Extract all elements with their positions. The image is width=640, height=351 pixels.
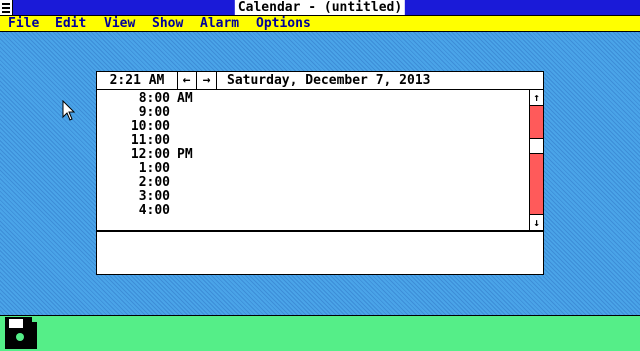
time-slot[interactable]: 9:00	[97, 106, 517, 120]
slot-time: 4:00	[138, 203, 170, 218]
slot-time: 1:00	[138, 161, 170, 176]
slot-time: 10:00	[130, 119, 170, 134]
slot-time: 9:00	[138, 105, 170, 120]
slot-time: 11:00	[130, 133, 170, 148]
previous-day-button[interactable]: ←	[177, 72, 197, 89]
slot-time: 8:00	[138, 91, 170, 106]
slot-ampm: PM	[177, 147, 193, 162]
slot-time: 12:00	[130, 147, 170, 162]
time-slot[interactable]: 2:00	[97, 176, 517, 190]
notes-area[interactable]	[97, 232, 543, 274]
time-slot-list[interactable]: 8:00 AM 9:00 10:00 11:00 12:00 PM 1:00 2…	[97, 90, 543, 232]
menu-view[interactable]: View	[104, 16, 135, 31]
vertical-scrollbar[interactable]: ↑ ↓	[529, 90, 543, 230]
time-slot[interactable]: 3:00	[97, 190, 517, 204]
menu-show[interactable]: Show	[152, 16, 183, 31]
slot-time: 3:00	[138, 189, 170, 204]
calendar-header: 2:21 AM ← → Saturday, December 7, 2013	[97, 72, 543, 90]
menu-edit[interactable]: Edit	[55, 16, 86, 31]
time-slot[interactable]: 8:00 AM	[97, 92, 517, 106]
time-slot[interactable]: 12:00 PM	[97, 148, 517, 162]
scroll-down-arrow-icon[interactable]: ↓	[530, 214, 543, 230]
menu-options[interactable]: Options	[256, 16, 311, 31]
next-day-button[interactable]: →	[197, 72, 217, 89]
system-menu-icon[interactable]	[0, 0, 13, 15]
time-slot[interactable]: 4:00	[97, 204, 517, 218]
scroll-up-arrow-icon[interactable]: ↑	[530, 90, 543, 106]
calendar-panel: 2:21 AM ← → Saturday, December 7, 2013 8…	[96, 71, 544, 275]
slot-time: 2:00	[138, 175, 170, 190]
title-bar[interactable]: Calendar - (untitled)	[0, 0, 640, 16]
mouse-pointer-icon	[62, 100, 76, 121]
scroll-thumb[interactable]	[530, 138, 543, 154]
window-title: Calendar - (untitled)	[234, 0, 406, 15]
icon-area	[0, 315, 640, 351]
menu-file[interactable]: File	[8, 16, 39, 31]
current-time: 2:21 AM	[97, 72, 178, 89]
slot-ampm: AM	[177, 91, 193, 106]
calendar-date: Saturday, December 7, 2013	[227, 73, 431, 88]
floppy-disk-icon[interactable]	[5, 317, 37, 349]
time-slot[interactable]: 11:00	[97, 134, 517, 148]
menu-alarm[interactable]: Alarm	[200, 16, 239, 31]
time-slot[interactable]: 10:00	[97, 120, 517, 134]
time-slot[interactable]: 1:00	[97, 162, 517, 176]
menu-bar: File Edit View Show Alarm Options	[0, 16, 640, 32]
